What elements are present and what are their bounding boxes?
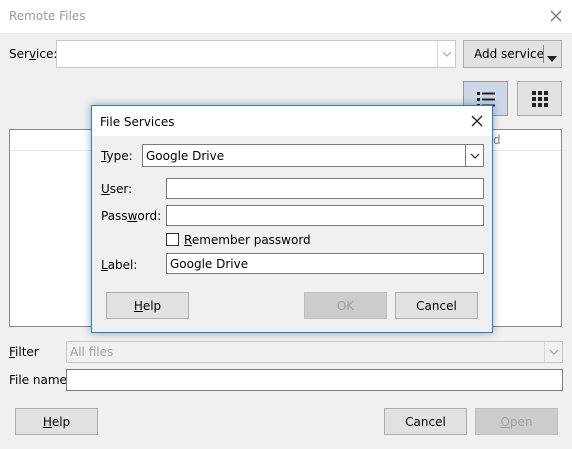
column-header-fragment[interactable]: d — [493, 133, 501, 147]
label-input[interactable]: Google Drive — [166, 253, 484, 274]
file-name-label: File name — [9, 373, 67, 387]
label-field-label: Label: — [101, 258, 138, 272]
cancel-button[interactable]: Cancel — [384, 408, 467, 435]
add-service-button[interactable]: Add service — [463, 40, 562, 68]
icon-view-button[interactable] — [517, 81, 562, 116]
dialog-title: File Services — [100, 115, 175, 129]
dialog-ok-button[interactable]: OK — [304, 292, 387, 319]
chevron-down-icon — [465, 145, 483, 166]
window-title: Remote Files — [9, 9, 86, 23]
chevron-down-icon — [544, 342, 562, 362]
help-button[interactable]: Help — [15, 408, 98, 435]
close-icon[interactable] — [548, 8, 564, 24]
remember-password-label[interactable]: Remember password — [184, 233, 311, 247]
password-label: Password: — [101, 209, 162, 223]
remember-password-checkbox[interactable] — [166, 233, 179, 246]
filter-label: Filter — [9, 345, 39, 359]
chevron-down-icon — [437, 41, 455, 67]
add-service-split-divider — [543, 45, 544, 63]
chevron-down-icon[interactable] — [547, 51, 557, 65]
open-button[interactable]: Open — [475, 408, 558, 435]
titlebar — [0, 0, 572, 33]
service-label: Service: — [9, 47, 58, 61]
password-input[interactable] — [166, 205, 484, 226]
user-input[interactable] — [166, 178, 484, 199]
file-services-dialog: File Services Type: Google Drive User: P… — [91, 105, 493, 333]
filter-dropdown[interactable]: All files — [66, 341, 563, 363]
close-icon[interactable] — [469, 113, 485, 129]
dialog-cancel-button[interactable]: Cancel — [395, 292, 478, 319]
icon-view-icon — [531, 90, 548, 107]
dialog-help-button[interactable]: Help — [106, 292, 189, 319]
type-dropdown[interactable]: Google Drive — [142, 144, 484, 167]
service-dropdown[interactable] — [56, 40, 456, 68]
file-name-input[interactable] — [66, 369, 563, 391]
user-label: User: — [101, 182, 133, 196]
type-label: Type: — [101, 149, 133, 163]
